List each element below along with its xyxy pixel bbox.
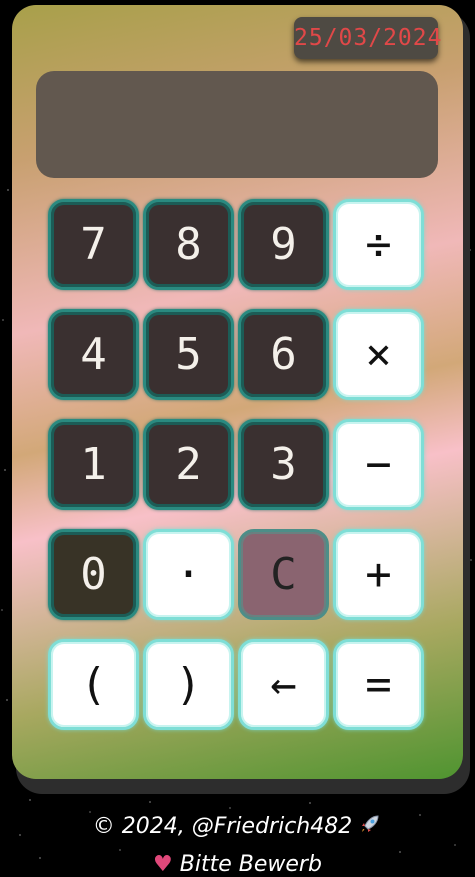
subtract-button[interactable]: − <box>333 419 424 510</box>
copyright-text: © 2024, @Friedrich482 <box>92 814 353 839</box>
key-1[interactable]: 1 <box>48 419 139 510</box>
key-5[interactable]: 5 <box>143 309 234 400</box>
divide-button[interactable]: ÷ <box>333 199 424 290</box>
key-2[interactable]: 2 <box>143 419 234 510</box>
rocket-icon <box>358 812 382 842</box>
key-0[interactable]: 0 <box>48 529 139 620</box>
key-4[interactable]: 4 <box>48 309 139 400</box>
close-paren-button[interactable]: ) <box>143 639 234 730</box>
key-3[interactable]: 3 <box>238 419 329 510</box>
keypad: 7 8 9 ÷ 4 5 6 × 1 2 3− 0 · C + () ← = <box>48 199 428 730</box>
calculator: 25/03/2024 7 8 9 ÷ 4 5 6 × 1 2 3− 0 · C + () ← = <box>12 5 463 779</box>
footer-line-two: ♥ Bitte Bewerb <box>0 852 475 877</box>
date-display: 25/03/2024 <box>294 17 441 59</box>
key-7[interactable]: 7 <box>48 199 139 290</box>
decimal-point-button[interactable]: · <box>143 529 234 620</box>
key-6[interactable]: 6 <box>238 309 329 400</box>
footer-credit: © 2024, @Friedrich482 <box>0 812 475 842</box>
footer-line-two-text: Bitte Bewerb <box>179 852 322 877</box>
clear-button[interactable]: C <box>238 529 329 620</box>
open-paren-button[interactable]: ( <box>48 639 139 730</box>
key-8[interactable]: 8 <box>143 199 234 290</box>
backspace-button[interactable]: ← <box>238 639 329 730</box>
key-9[interactable]: 9 <box>238 199 329 290</box>
multiply-button[interactable]: × <box>333 309 424 400</box>
heart-icon: ♥ <box>153 852 173 877</box>
equals-button[interactable]: = <box>333 639 424 730</box>
result-display <box>36 71 438 178</box>
add-button[interactable]: + <box>333 529 424 620</box>
